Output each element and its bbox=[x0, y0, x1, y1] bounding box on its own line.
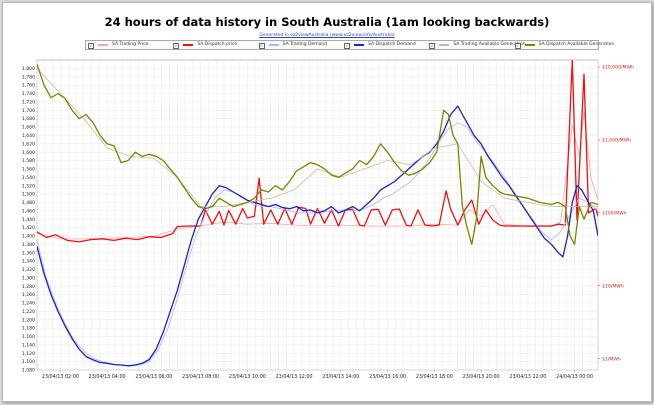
y-tick-label: 1,700 bbox=[22, 108, 35, 114]
y-tick-label: 1,540 bbox=[22, 175, 35, 181]
y-tick-label: 1,500 bbox=[22, 192, 35, 198]
y-tick-label: 1,620 bbox=[22, 141, 35, 147]
y-tick-label: 1,420 bbox=[22, 225, 35, 231]
x-tick-label: 24/04/13 00:00 bbox=[556, 374, 593, 380]
y-tick-label: 1,660 bbox=[22, 125, 35, 131]
y-tick-label: 1,480 bbox=[22, 200, 35, 206]
x-tick-label: 23/04/13 10:00 bbox=[229, 374, 266, 380]
y-tick-label: 1,240 bbox=[22, 301, 35, 307]
y-tick-label: 1,440 bbox=[22, 217, 35, 223]
y-tick-label: 1,400 bbox=[22, 234, 35, 240]
y-tick-label: 1,740 bbox=[22, 91, 35, 97]
chart-plot: 1,080 1,100 1,120 1,140 1,160 1,180 1,200 1,220… bbox=[22, 59, 634, 380]
y-tick-label: 1,140 bbox=[22, 342, 35, 348]
y2-tick-label: $100/MWh bbox=[602, 210, 627, 216]
y2-tick-label: $1,000/MWh bbox=[602, 138, 631, 144]
y-tick-label: 1,680 bbox=[22, 116, 35, 122]
y-tick-label: 1,100 bbox=[22, 359, 35, 365]
x-tick-label: 23/04/13 22:00 bbox=[509, 374, 546, 380]
y-tick-label: 1,640 bbox=[22, 133, 35, 139]
y-tick-label: 1,160 bbox=[22, 334, 35, 340]
y-tick-label: 1,180 bbox=[22, 326, 35, 332]
y-tick-label: 1,080 bbox=[22, 368, 35, 374]
y-tick-label: 1,380 bbox=[22, 242, 35, 248]
y2-tick-label: $1/MWh bbox=[602, 356, 621, 362]
y-tick-label: 1,580 bbox=[22, 158, 35, 164]
x-tick-label: 23/04/13 08:00 bbox=[182, 374, 219, 380]
x-tick-label: 23/04/13 04:00 bbox=[89, 374, 126, 380]
y-tick-label: 1,300 bbox=[22, 275, 35, 281]
y-tick-label: 1,260 bbox=[22, 292, 35, 298]
y-tick-label: 1,460 bbox=[22, 208, 35, 214]
x-tick-label: 23/04/13 14:00 bbox=[322, 374, 359, 380]
y2-tick-label: $10,000/MWh bbox=[602, 65, 634, 71]
y-tick-label: 1,340 bbox=[22, 259, 35, 265]
y-tick-label: 1,780 bbox=[22, 74, 35, 80]
y-tick-label: 1,360 bbox=[22, 250, 35, 256]
y-tick-label: 1,200 bbox=[22, 317, 35, 323]
x-tick-label: 23/04/13 06:00 bbox=[135, 374, 172, 380]
x-tick-label: 23/04/13 18:00 bbox=[416, 374, 453, 380]
y-tick-label: 1,760 bbox=[22, 83, 35, 89]
y-tick-label: 1,520 bbox=[22, 183, 35, 189]
y-tick-label: 1,720 bbox=[22, 99, 35, 105]
y-tick-label: 1,220 bbox=[22, 309, 35, 315]
x-tick-label: 23/04/13 20:00 bbox=[463, 374, 500, 380]
x-tick-label: 23/04/13 12:00 bbox=[276, 374, 313, 380]
y-tick-label: 1,120 bbox=[22, 351, 35, 357]
y-tick-label: 1,800 bbox=[22, 66, 35, 72]
y2-tick-label: $10/MWh bbox=[602, 283, 624, 289]
y-tick-label: 1,320 bbox=[22, 267, 35, 273]
y-tick-label: 1,600 bbox=[22, 150, 35, 156]
y-tick-label: 1,560 bbox=[22, 167, 35, 173]
y-tick-label: 1,280 bbox=[22, 284, 35, 290]
x-tick-label: 23/04/13 02:00 bbox=[42, 374, 79, 380]
x-tick-label: 23/04/13 16:00 bbox=[369, 374, 406, 380]
